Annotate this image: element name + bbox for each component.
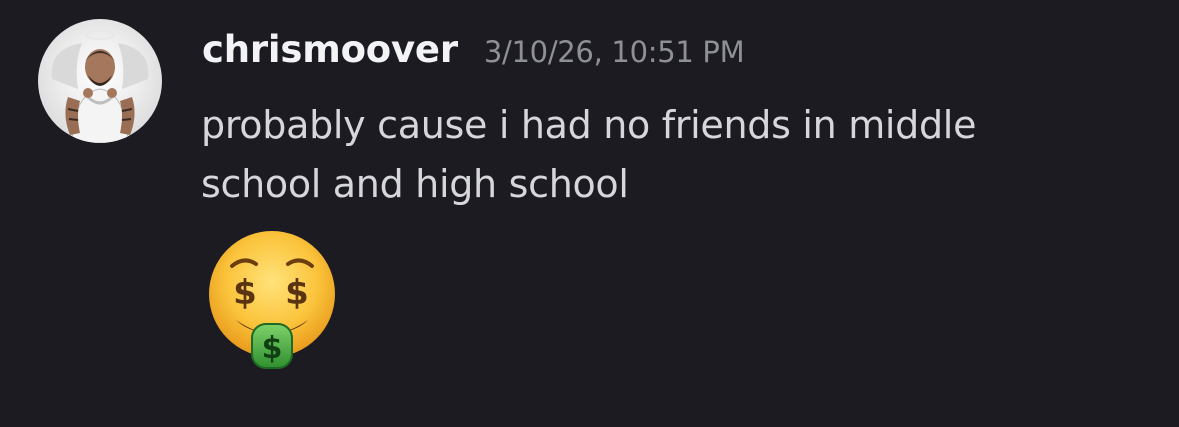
svg-text:$: $	[233, 273, 257, 313]
svg-text:$: $	[285, 273, 309, 313]
timestamp: 3/10/26, 10:51 PM	[483, 35, 745, 69]
money-mouth-face-icon: $ $ $	[200, 228, 345, 373]
svg-text:$: $	[262, 331, 283, 366]
avatar-photo-icon	[51, 30, 149, 143]
message-text: probably cause i had no friends in middl…	[201, 103, 977, 206]
chat-message: chrismoover 3/10/26, 10:51 PM probably c…	[0, 0, 1179, 427]
username[interactable]: chrismoover	[202, 28, 458, 71]
user-avatar[interactable]	[38, 19, 162, 143]
message-header: chrismoover 3/10/26, 10:51 PM	[202, 28, 745, 84]
